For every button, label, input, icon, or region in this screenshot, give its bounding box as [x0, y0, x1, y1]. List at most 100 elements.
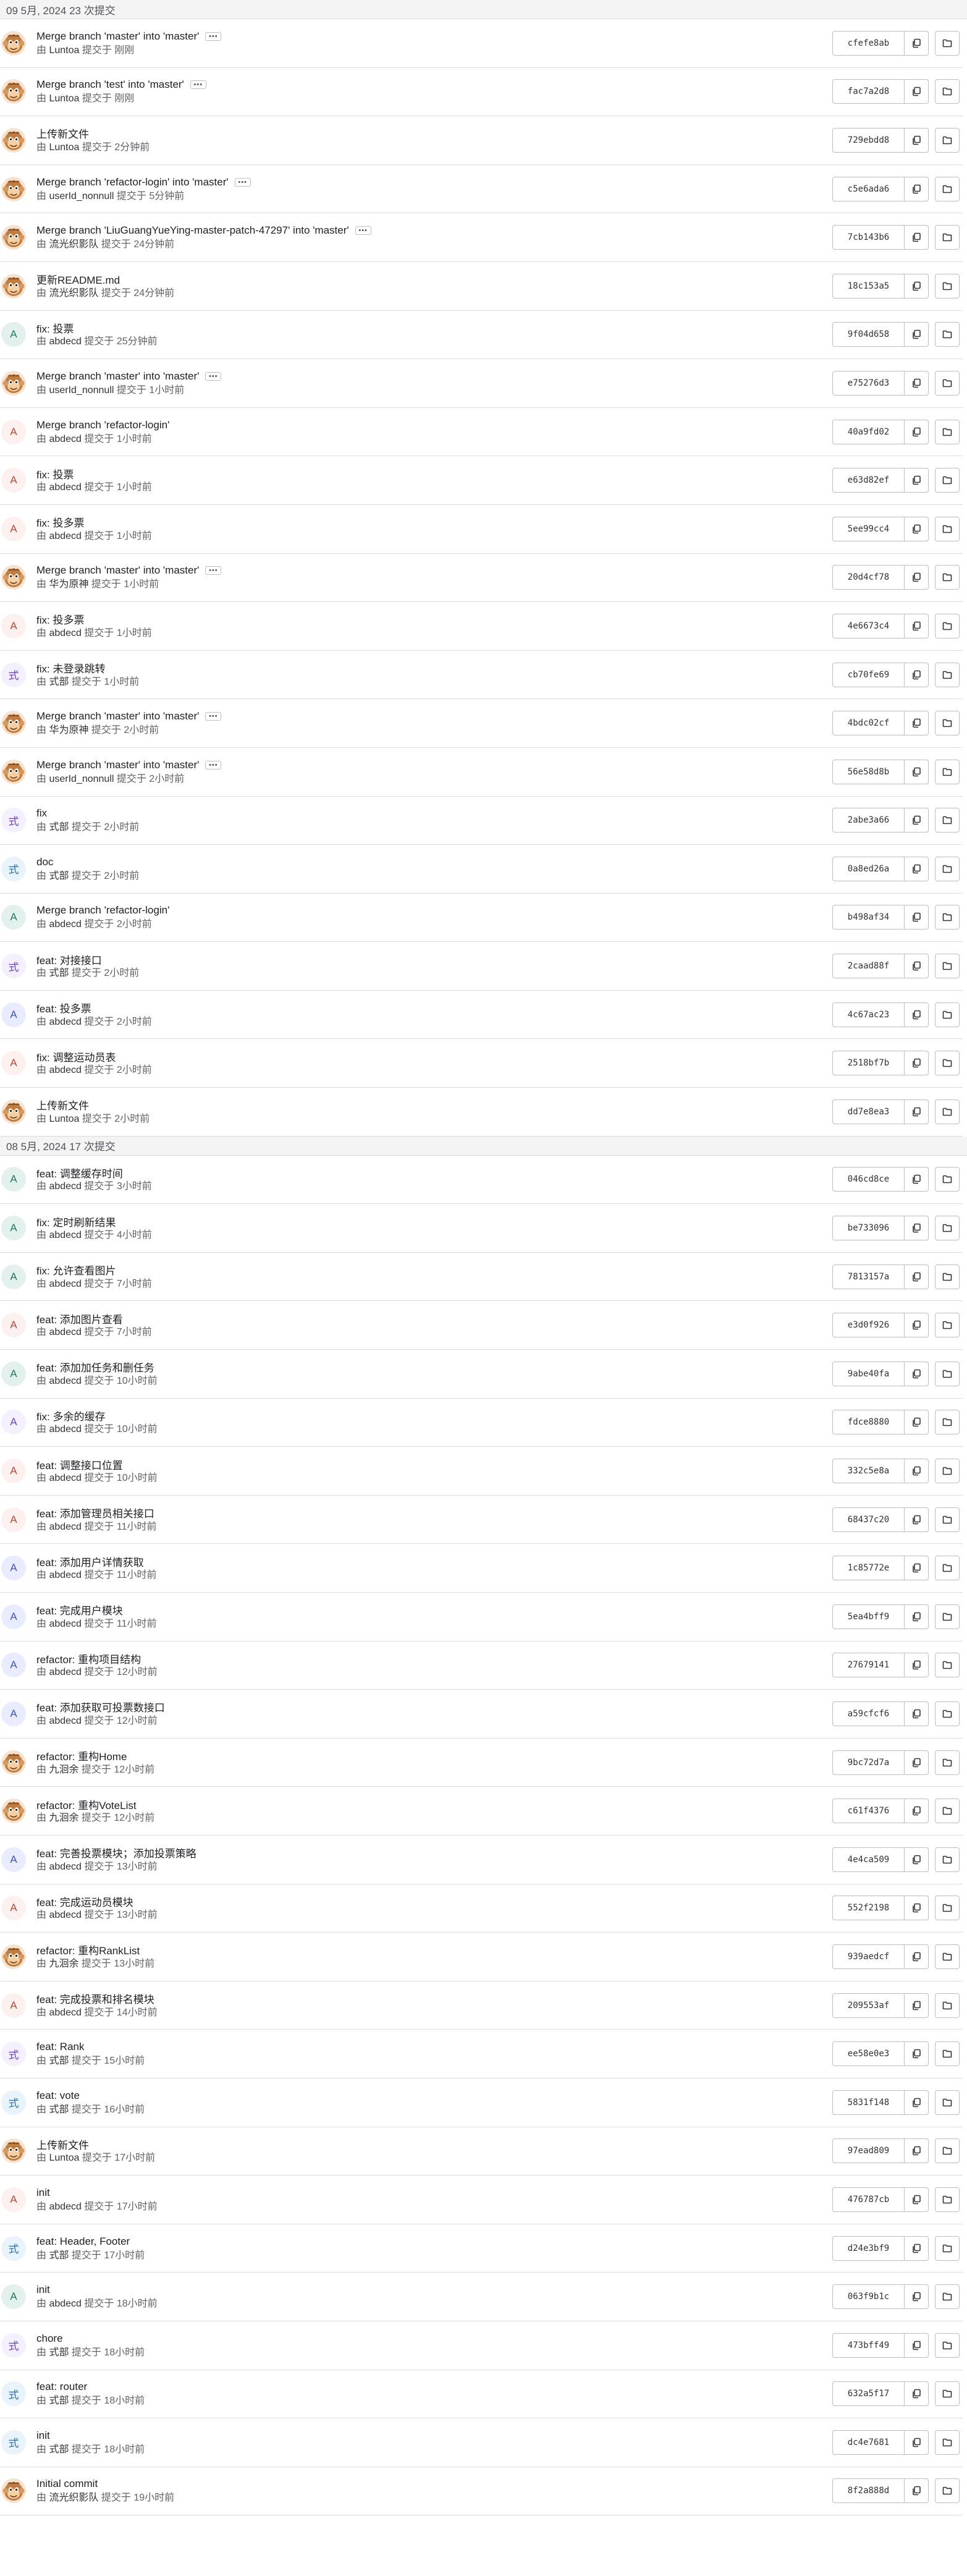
commit-title[interactable]: feat: vote: [36, 2090, 80, 2102]
browse-files-button[interactable]: [935, 225, 960, 250]
browse-files-button[interactable]: [935, 2430, 960, 2455]
copy-sha-button[interactable]: [905, 2091, 928, 2114]
commit-sha[interactable]: 9bc72d7a: [833, 1750, 905, 1774]
commit-title[interactable]: init: [36, 2430, 50, 2442]
commit-author[interactable]: abdecd: [49, 1230, 82, 1240]
copy-sha-button[interactable]: [905, 1265, 928, 1289]
browse-files-button[interactable]: [935, 1051, 960, 1076]
copy-sha-button[interactable]: [905, 1799, 928, 1823]
commit-sha[interactable]: 40a9fd02: [833, 420, 905, 444]
avatar[interactable]: 式: [1, 2430, 26, 2455]
copy-sha-button[interactable]: [905, 2139, 928, 2163]
avatar[interactable]: A: [1, 1507, 26, 1532]
commit-sha[interactable]: dd7e8ea3: [833, 1099, 905, 1124]
commit-title[interactable]: feat: 完成投票和排名模块: [36, 1991, 154, 2006]
commit-title[interactable]: fix: 投票: [36, 466, 74, 481]
commit-author[interactable]: 式部: [49, 2347, 69, 2358]
avatar-monkey[interactable]: [1, 759, 26, 784]
avatar[interactable]: 式: [1, 808, 26, 833]
commit-title[interactable]: fix: 调整运动员表: [36, 1049, 116, 1064]
commit-author[interactable]: 流光织影队: [49, 2493, 98, 2503]
avatar[interactable]: A: [1, 1361, 26, 1386]
commit-sha[interactable]: 063f9b1c: [833, 2285, 905, 2309]
commit-sha[interactable]: e3d0f926: [833, 1313, 905, 1337]
avatar[interactable]: A: [1, 322, 26, 347]
avatar[interactable]: A: [1, 1002, 26, 1027]
copy-sha-button[interactable]: [905, 323, 928, 346]
browse-files-button[interactable]: [935, 1847, 960, 1872]
commit-author[interactable]: 九洄余: [49, 1959, 78, 1969]
copy-sha-button[interactable]: [905, 1945, 928, 1968]
commit-sha[interactable]: 97ead809: [833, 2139, 905, 2163]
avatar[interactable]: A: [1, 1051, 26, 1076]
copy-sha-button[interactable]: [905, 1653, 928, 1677]
copy-sha-button[interactable]: [905, 2334, 928, 2357]
ellipsis-icon[interactable]: •••: [205, 760, 222, 769]
commit-sha[interactable]: 4bdc02cf: [833, 711, 905, 735]
browse-files-button[interactable]: [935, 176, 960, 201]
ellipsis-icon[interactable]: •••: [205, 712, 222, 721]
avatar[interactable]: A: [1, 1653, 26, 1678]
ellipsis-icon[interactable]: •••: [205, 371, 222, 381]
copy-sha-button[interactable]: [905, 177, 928, 201]
browse-files-button[interactable]: [935, 1099, 960, 1124]
commit-title[interactable]: fix: 投多票: [36, 611, 84, 627]
avatar-monkey[interactable]: [1, 176, 26, 201]
browse-files-button[interactable]: [935, 516, 960, 541]
copy-sha-button[interactable]: [905, 32, 928, 55]
copy-sha-button[interactable]: [905, 1362, 928, 1386]
commit-sha[interactable]: 552f2198: [833, 1896, 905, 1920]
commit-author[interactable]: 式部: [49, 2056, 69, 2066]
commit-sha[interactable]: cb70fe69: [833, 663, 905, 687]
browse-files-button[interactable]: [935, 2138, 960, 2164]
commit-title[interactable]: chore: [36, 2332, 63, 2345]
copy-sha-button[interactable]: [905, 1556, 928, 1580]
commit-title[interactable]: Merge branch 'master' into 'master': [36, 370, 199, 383]
commit-author[interactable]: 九洄余: [49, 1813, 78, 1823]
avatar[interactable]: A: [1, 1459, 26, 1484]
browse-files-button[interactable]: [935, 1993, 960, 2018]
commit-title[interactable]: fix: 多余的缓存: [36, 1408, 105, 1423]
avatar[interactable]: 式: [1, 2090, 26, 2115]
commit-author[interactable]: 式部: [49, 677, 69, 687]
avatar-monkey[interactable]: [1, 1750, 26, 1775]
copy-sha-button[interactable]: [905, 226, 928, 249]
browse-files-button[interactable]: [935, 1002, 960, 1027]
copy-sha-button[interactable]: [905, 1410, 928, 1434]
avatar[interactable]: 式: [1, 662, 26, 687]
avatar[interactable]: A: [1, 905, 26, 930]
browse-files-button[interactable]: [935, 1944, 960, 1969]
browse-files-button[interactable]: [935, 322, 960, 347]
commit-author[interactable]: 式部: [49, 968, 69, 978]
avatar-monkey[interactable]: [1, 2478, 26, 2504]
copy-sha-button[interactable]: [905, 1167, 928, 1191]
copy-sha-button[interactable]: [905, 663, 928, 687]
commit-title[interactable]: feat: router: [36, 2381, 87, 2393]
browse-files-button[interactable]: [935, 565, 960, 590]
commit-author[interactable]: abdecd: [49, 1473, 82, 1483]
commit-sha[interactable]: e75276d3: [833, 371, 905, 395]
commit-sha[interactable]: 1c85772e: [833, 1556, 905, 1580]
copy-sha-button[interactable]: [905, 371, 928, 395]
commit-sha[interactable]: 4c67ac23: [833, 1002, 905, 1027]
commit-author[interactable]: abdecd: [49, 919, 82, 930]
browse-files-button[interactable]: [935, 1604, 960, 1629]
browse-files-button[interactable]: [935, 1750, 960, 1775]
commit-author[interactable]: abdecd: [49, 1424, 82, 1434]
commit-sha[interactable]: c61f4376: [833, 1799, 905, 1823]
copy-sha-button[interactable]: [905, 954, 928, 978]
copy-sha-button[interactable]: [905, 517, 928, 541]
browse-files-button[interactable]: [935, 2284, 960, 2310]
copy-sha-button[interactable]: [905, 2479, 928, 2502]
browse-files-button[interactable]: [935, 613, 960, 638]
copy-sha-button[interactable]: [905, 1003, 928, 1027]
browse-files-button[interactable]: [935, 1507, 960, 1532]
avatar[interactable]: A: [1, 419, 26, 444]
commit-author[interactable]: userId_nonnull: [49, 385, 114, 396]
browse-files-button[interactable]: [935, 808, 960, 833]
commit-author[interactable]: abdecd: [49, 1279, 82, 1289]
commit-sha[interactable]: 2caad88f: [833, 954, 905, 978]
copy-sha-button[interactable]: [905, 566, 928, 589]
copy-sha-button[interactable]: [905, 80, 928, 103]
avatar[interactable]: A: [1, 1167, 26, 1192]
